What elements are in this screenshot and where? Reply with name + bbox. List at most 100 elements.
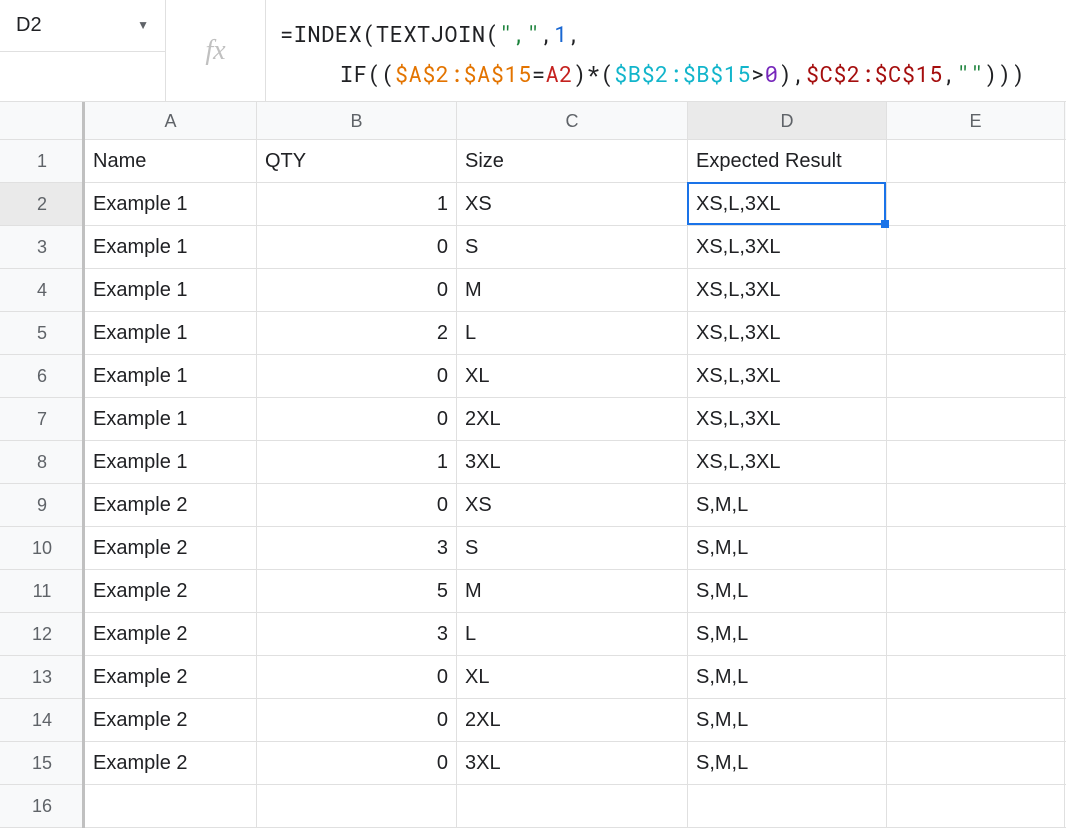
cell[interactable] xyxy=(887,226,1065,268)
cell[interactable]: S xyxy=(457,527,688,569)
cell[interactable]: 0 xyxy=(257,355,457,397)
cell[interactable] xyxy=(887,355,1065,397)
cell[interactable]: XS,L,3XL xyxy=(688,355,887,397)
cell[interactable]: S,M,L xyxy=(688,613,887,655)
cell[interactable]: M xyxy=(457,570,688,612)
cell[interactable]: Example 2 xyxy=(85,742,257,784)
cell[interactable]: 3XL xyxy=(457,742,688,784)
cell[interactable]: S,M,L xyxy=(688,699,887,741)
row-header[interactable]: 13 xyxy=(0,656,85,698)
cell[interactable]: XS,L,3XL xyxy=(688,183,887,225)
cell[interactable]: Example 1 xyxy=(85,355,257,397)
cell[interactable]: XS xyxy=(457,484,688,526)
cell[interactable] xyxy=(887,484,1065,526)
cell[interactable]: XS xyxy=(457,183,688,225)
cell[interactable]: 0 xyxy=(257,656,457,698)
cell[interactable]: 3 xyxy=(257,613,457,655)
row-header[interactable]: 16 xyxy=(0,785,85,827)
cell[interactable] xyxy=(887,140,1065,182)
cell[interactable]: S,M,L xyxy=(688,527,887,569)
cell[interactable]: 3XL xyxy=(457,441,688,483)
cell[interactable]: XL xyxy=(457,656,688,698)
row-header[interactable]: 1 xyxy=(0,140,85,182)
cell[interactable]: Example 2 xyxy=(85,656,257,698)
cell[interactable]: 2XL xyxy=(457,699,688,741)
cell[interactable] xyxy=(887,785,1065,827)
cell[interactable]: S,M,L xyxy=(688,570,887,612)
col-header-D[interactable]: D xyxy=(688,102,887,139)
row-header[interactable]: 3 xyxy=(0,226,85,268)
cell[interactable]: 3 xyxy=(257,527,457,569)
cell[interactable] xyxy=(887,613,1065,655)
cell[interactable] xyxy=(887,656,1065,698)
cell[interactable]: QTY xyxy=(257,140,457,182)
row-header[interactable]: 11 xyxy=(0,570,85,612)
row-header[interactable]: 2 xyxy=(0,183,85,225)
row-header[interactable]: 4 xyxy=(0,269,85,311)
cell[interactable]: Example 1 xyxy=(85,183,257,225)
cell[interactable]: Example 1 xyxy=(85,226,257,268)
namebox[interactable]: D2 ▼ xyxy=(0,0,165,51)
cell[interactable]: S,M,L xyxy=(688,656,887,698)
col-header-B[interactable]: B xyxy=(257,102,457,139)
cell[interactable] xyxy=(887,699,1065,741)
cell[interactable]: 0 xyxy=(257,484,457,526)
cell[interactable]: Example 2 xyxy=(85,570,257,612)
cell[interactable]: 1 xyxy=(257,441,457,483)
cell[interactable]: S,M,L xyxy=(688,484,887,526)
col-header-E[interactable]: E xyxy=(887,102,1065,139)
cell[interactable] xyxy=(257,785,457,827)
cell[interactable] xyxy=(688,785,887,827)
formula-input[interactable]: =INDEX(TEXTJOIN(",",1, IF(($A$2:$A$15=A2… xyxy=(266,0,1066,101)
cell[interactable]: XS,L,3XL xyxy=(688,312,887,354)
row-header[interactable]: 10 xyxy=(0,527,85,569)
row-header[interactable]: 7 xyxy=(0,398,85,440)
cell[interactable] xyxy=(457,785,688,827)
cell[interactable]: Example 1 xyxy=(85,441,257,483)
cell[interactable]: XS,L,3XL xyxy=(688,269,887,311)
cell[interactable]: XL xyxy=(457,355,688,397)
cell[interactable]: 1 xyxy=(257,183,457,225)
cell[interactable]: Example 2 xyxy=(85,613,257,655)
cell[interactable]: Example 1 xyxy=(85,312,257,354)
cell[interactable]: Example 1 xyxy=(85,269,257,311)
cell[interactable]: 0 xyxy=(257,398,457,440)
cell[interactable]: Name xyxy=(85,140,257,182)
row-header[interactable]: 8 xyxy=(0,441,85,483)
row-header[interactable]: 9 xyxy=(0,484,85,526)
cell[interactable]: M xyxy=(457,269,688,311)
cell[interactable] xyxy=(887,398,1065,440)
cell[interactable]: S,M,L xyxy=(688,742,887,784)
cell[interactable] xyxy=(887,183,1065,225)
row-header[interactable]: 14 xyxy=(0,699,85,741)
row-header[interactable]: 6 xyxy=(0,355,85,397)
cell[interactable]: 2 xyxy=(257,312,457,354)
cell[interactable]: Example 2 xyxy=(85,527,257,569)
col-header-A[interactable]: A xyxy=(85,102,257,139)
cell[interactable]: 0 xyxy=(257,269,457,311)
cell[interactable] xyxy=(887,527,1065,569)
select-all-corner[interactable] xyxy=(0,102,85,139)
cell[interactable]: L xyxy=(457,312,688,354)
cell[interactable] xyxy=(887,441,1065,483)
caret-down-icon[interactable]: ▼ xyxy=(137,18,149,32)
cell[interactable]: 5 xyxy=(257,570,457,612)
cell[interactable] xyxy=(887,742,1065,784)
cell[interactable]: S xyxy=(457,226,688,268)
cell[interactable] xyxy=(887,312,1065,354)
cell[interactable]: Expected Result xyxy=(688,140,887,182)
row-header[interactable]: 5 xyxy=(0,312,85,354)
cell[interactable]: 0 xyxy=(257,699,457,741)
cell[interactable]: XS,L,3XL xyxy=(688,226,887,268)
cell[interactable] xyxy=(887,269,1065,311)
cell[interactable]: Example 1 xyxy=(85,398,257,440)
cell[interactable]: 0 xyxy=(257,226,457,268)
cell[interactable] xyxy=(887,570,1065,612)
row-header[interactable]: 12 xyxy=(0,613,85,655)
col-header-C[interactable]: C xyxy=(457,102,688,139)
cell[interactable]: Example 2 xyxy=(85,699,257,741)
cell[interactable]: L xyxy=(457,613,688,655)
cell[interactable]: XS,L,3XL xyxy=(688,441,887,483)
cell[interactable] xyxy=(85,785,257,827)
cell[interactable]: Example 2 xyxy=(85,484,257,526)
